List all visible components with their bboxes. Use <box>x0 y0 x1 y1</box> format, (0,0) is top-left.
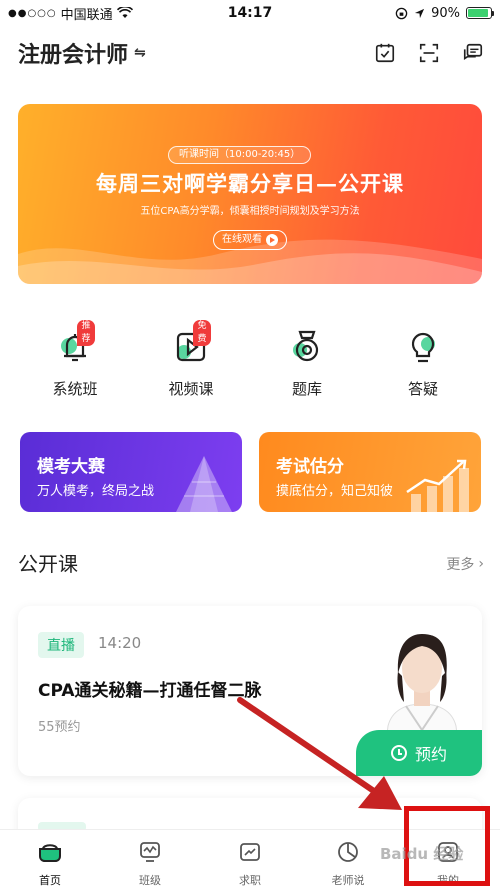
home-icon <box>39 844 61 862</box>
badge-free: 免费 <box>193 320 211 346</box>
exam-switcher[interactable]: 注册会计师 ⇋ <box>18 37 146 69</box>
lightbulb-icon <box>403 326 443 366</box>
bottom-nav: 首页 班级 求职 老师说 我的 <box>0 829 500 889</box>
section-title: 公开课 <box>18 552 78 576</box>
message-icon[interactable] <box>462 42 484 64</box>
quick-entry-label: 视频课 <box>168 380 214 398</box>
header: 注册会计师 ⇋ <box>0 30 500 76</box>
live-badge: 直播 <box>38 632 84 658</box>
promo-banner[interactable]: 听课时间（10:00-20:45） 每周三对啊学霸分享日—公开课 五位CPA高分… <box>18 104 482 284</box>
more-label: 更多 <box>446 557 475 573</box>
mock-exam-title: 模考大赛 <box>37 457 105 477</box>
reservation-count: 55预约 <box>38 720 81 735</box>
video-play-icon: 免费 <box>171 320 211 366</box>
score-estimate-title: 考试估分 <box>276 457 344 477</box>
live-course-title: CPA通关秘籍—打通任督二脉 <box>38 681 262 701</box>
job-icon <box>240 843 260 861</box>
banner-time-tag: 听课时间（10:00-20:45） <box>168 146 312 164</box>
battery-icon <box>466 7 494 19</box>
question-bank-icon <box>287 326 327 366</box>
nav-label: 班级 <box>139 874 161 887</box>
quick-entry-grid: 推荐 系统班 免费 视频课 题库 答疑 <box>0 320 500 404</box>
teacher-talk-icon <box>338 842 358 862</box>
more-link[interactable]: 更多 › <box>446 554 484 574</box>
play-icon <box>266 234 278 246</box>
nav-profile[interactable]: 我的 <box>418 840 478 888</box>
bell-icon: 推荐 <box>55 320 95 366</box>
live-course-card[interactable]: 直播 14:20 CPA通关秘籍—打通任督二脉 55预约 预约 <box>18 606 482 776</box>
swap-icon: ⇋ <box>134 45 146 61</box>
reserve-button[interactable]: 预约 <box>356 730 482 776</box>
badge-recommend: 推荐 <box>77 320 95 346</box>
rotation-lock-icon <box>395 7 408 19</box>
quick-entry-label: 系统班 <box>52 380 98 398</box>
mock-exam-card[interactable]: 模考大赛 万人模考，终局之战 <box>20 432 242 512</box>
nav-job[interactable]: 求职 <box>220 840 280 888</box>
quick-entry-label: 答疑 <box>407 380 438 398</box>
status-bar: ●●○○○ 中国联通 14:17 90% <box>0 0 500 26</box>
nav-label: 首页 <box>39 874 61 887</box>
banner-subtitle: 五位CPA高分学霸，倾囊相授时间规划及学习方法 <box>140 206 360 217</box>
score-estimate-card[interactable]: 考试估分 摸底估分，知己知彼 <box>259 432 481 512</box>
growth-chart-icon <box>406 459 469 512</box>
nav-label: 求职 <box>239 874 261 887</box>
watch-online-button[interactable]: 在线观看 <box>213 230 287 250</box>
nav-home[interactable]: 首页 <box>20 840 80 888</box>
nav-label: 我的 <box>437 874 459 887</box>
nav-teacher-talk[interactable]: 老师说 <box>318 840 378 888</box>
location-icon <box>415 8 425 18</box>
class-icon <box>140 842 160 862</box>
pyramid-icon <box>176 456 232 512</box>
reserve-label: 预约 <box>414 745 447 764</box>
nav-class[interactable]: 班级 <box>120 840 180 888</box>
nav-label: 老师说 <box>331 874 365 887</box>
scan-icon[interactable] <box>418 42 440 64</box>
quick-entry-system-class[interactable]: 推荐 系统班 <box>30 320 120 399</box>
open-course-section-header: 公开课 更多 › <box>0 548 500 578</box>
checkin-calendar-icon[interactable] <box>374 42 396 64</box>
quick-entry-question-bank[interactable]: 题库 <box>262 326 352 399</box>
battery-percent: 90% <box>431 5 460 21</box>
quick-entry-video-course[interactable]: 免费 视频课 <box>146 320 236 399</box>
chevron-right-icon: › <box>478 556 484 572</box>
mock-exam-subtitle: 万人模考，终局之战 <box>37 484 155 499</box>
clock-icon <box>390 745 407 761</box>
page-title: 注册会计师 <box>18 43 129 68</box>
quick-entry-qa[interactable]: 答疑 <box>378 326 468 399</box>
live-time: 14:20 <box>98 634 142 652</box>
score-estimate-subtitle: 摸底估分，知己知彼 <box>276 484 394 499</box>
status-right: 90% <box>395 5 494 21</box>
header-icons <box>374 42 484 64</box>
profile-icon <box>438 842 458 862</box>
watch-online-label: 在线观看 <box>222 234 262 245</box>
quick-entry-label: 题库 <box>291 380 322 398</box>
battery-fill <box>468 9 488 17</box>
banner-title: 每周三对啊学霸分享日—公开课 <box>96 171 404 196</box>
